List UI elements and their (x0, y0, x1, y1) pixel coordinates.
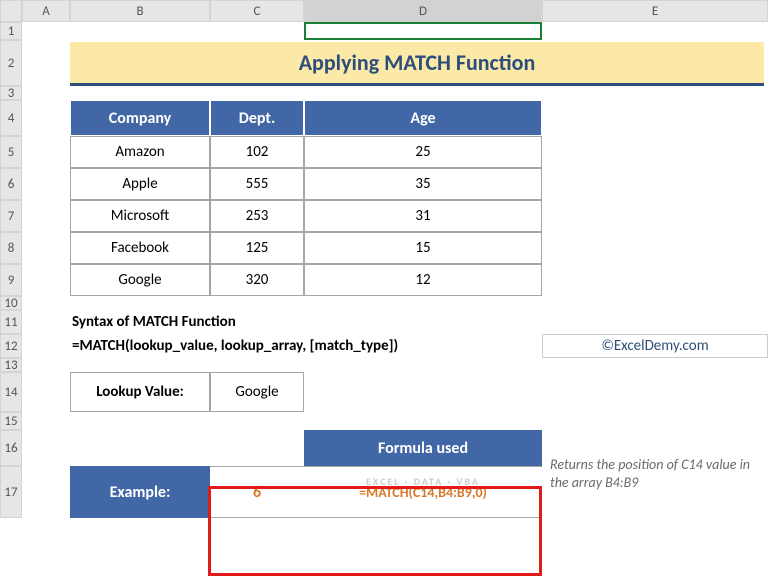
table-cell[interactable]: 253 (210, 200, 304, 232)
table-cell[interactable]: 125 (210, 232, 304, 264)
select-all-corner[interactable] (0, 0, 22, 22)
row-header-7[interactable]: 7 (0, 200, 22, 232)
row-header-14[interactable]: 14 (0, 372, 22, 412)
table-cell[interactable]: 25 (304, 136, 542, 168)
lookup-value-cell[interactable]: Google (210, 372, 304, 412)
row-header-15[interactable]: 15 (0, 412, 22, 430)
watermark-text: EXCEL · DATA · VBA (366, 475, 480, 488)
table-header-company: Company (70, 100, 210, 136)
col-header-b[interactable]: B (70, 0, 210, 22)
table-cell[interactable]: 320 (210, 264, 304, 296)
lookup-value-label: Lookup Value: (70, 372, 210, 412)
table-cell[interactable]: 555 (210, 168, 304, 200)
example-label: Example: (70, 466, 210, 518)
row-header-13[interactable]: 13 (0, 358, 22, 372)
row-header-3[interactable]: 3 (0, 86, 22, 100)
col-header-d[interactable]: D (304, 0, 542, 22)
syntax-label: Syntax of MATCH Function (70, 310, 768, 334)
table-cell[interactable]: Facebook (70, 232, 210, 264)
row-header-17[interactable]: 17 (0, 466, 22, 518)
formula-used-header: Formula used (304, 430, 542, 466)
page-title: Applying MATCH Function (70, 42, 764, 86)
row-header-8[interactable]: 8 (0, 232, 22, 264)
row-header-4[interactable]: 4 (0, 100, 22, 136)
col-header-a[interactable]: A (22, 0, 70, 22)
table-cell[interactable]: 102 (210, 136, 304, 168)
syntax-formula: =MATCH(lookup_value, lookup_array, [matc… (70, 334, 542, 358)
table-cell[interactable]: 12 (304, 264, 542, 296)
example-formula-cell[interactable]: EXCEL · DATA · VBA =MATCH(C14,B4:B9,0) (304, 466, 542, 518)
row-header-10[interactable]: 10 (0, 296, 22, 310)
row-header-6[interactable]: 6 (0, 168, 22, 200)
col-header-c[interactable]: C (210, 0, 304, 22)
spreadsheet-grid: A B C D E 1 2 3 4 5 6 7 8 9 10 11 12 13 … (0, 0, 768, 518)
row-header-1[interactable]: 1 (0, 22, 22, 40)
example-result-cell[interactable]: 6 (210, 466, 304, 518)
table-cell[interactable]: 35 (304, 168, 542, 200)
row-header-12[interactable]: 12 (0, 334, 22, 358)
table-cell[interactable]: 15 (304, 232, 542, 264)
example-description: Returns the position of C14 value in the… (542, 430, 768, 518)
row-header-9[interactable]: 9 (0, 264, 22, 296)
table-cell[interactable]: Microsoft (70, 200, 210, 232)
credit-text: ©ExcelDemy.com (542, 334, 768, 358)
row-header-16[interactable]: 16 (0, 430, 22, 466)
table-cell[interactable]: Amazon (70, 136, 210, 168)
table-cell[interactable]: 31 (304, 200, 542, 232)
table-header-age: Age (304, 100, 542, 136)
col-header-e[interactable]: E (542, 0, 768, 22)
row-header-5[interactable]: 5 (0, 136, 22, 168)
row-header-11[interactable]: 11 (0, 310, 22, 334)
row-header-2[interactable]: 2 (0, 40, 22, 86)
table-cell[interactable]: Google (70, 264, 210, 296)
table-header-dept: Dept. (210, 100, 304, 136)
table-cell[interactable]: Apple (70, 168, 210, 200)
